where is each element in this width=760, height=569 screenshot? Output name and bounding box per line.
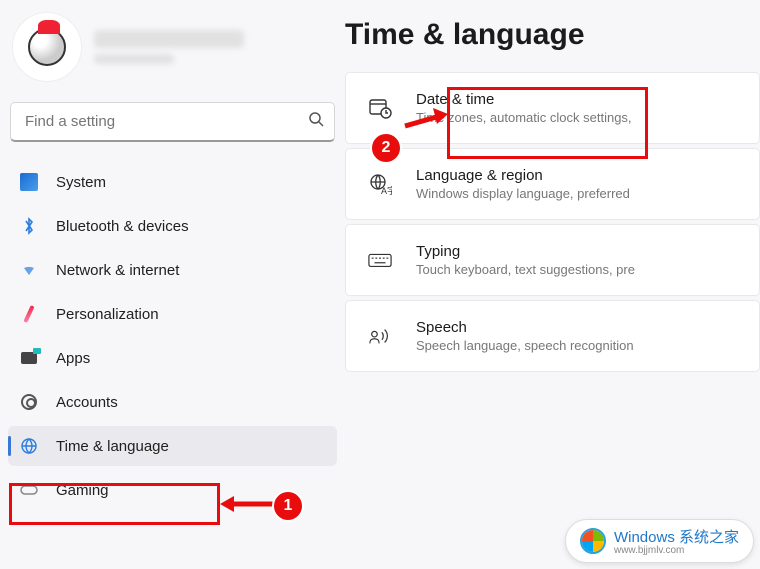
nav-list: System Bluetooth & devices Network & int… — [8, 162, 337, 510]
sidebar-item-label: Personalization — [56, 306, 159, 323]
page-title: Time & language — [345, 10, 760, 72]
globe-language-icon: A字 — [368, 173, 392, 195]
settings-card-list: Date & time Time zones, automatic clock … — [345, 72, 760, 372]
calendar-clock-icon — [368, 97, 392, 119]
system-icon — [20, 173, 38, 191]
card-subtitle: Windows display language, preferred — [416, 186, 630, 201]
sidebar-item-label: Network & internet — [56, 262, 179, 279]
person-icon — [20, 393, 38, 411]
card-speech[interactable]: Speech Speech language, speech recogniti… — [345, 300, 760, 372]
sidebar-item-label: Accounts — [56, 394, 118, 411]
sidebar-item-label: Time & language — [56, 438, 169, 455]
search-icon — [308, 111, 324, 132]
sidebar-item-label: Apps — [56, 350, 90, 367]
wifi-icon — [20, 261, 38, 279]
card-title: Speech — [416, 319, 634, 336]
card-title: Typing — [416, 243, 635, 260]
windows-logo-icon — [580, 528, 606, 554]
card-title: Language & region — [416, 167, 630, 184]
card-subtitle: Touch keyboard, text suggestions, pre — [416, 262, 635, 277]
apps-icon — [20, 349, 38, 367]
svg-text:A字: A字 — [381, 185, 392, 195]
keyboard-icon — [368, 251, 392, 269]
sidebar-item-label: Gaming — [56, 482, 109, 499]
sidebar-item-gaming[interactable]: Gaming — [8, 470, 337, 510]
user-info-redacted — [94, 30, 244, 64]
speech-icon — [368, 326, 392, 346]
main-content: Time & language Date & time Time zones, … — [345, 0, 760, 518]
search-input[interactable] — [25, 113, 308, 130]
card-date-time[interactable]: Date & time Time zones, automatic clock … — [345, 72, 760, 144]
sidebar-item-label: Bluetooth & devices — [56, 218, 189, 235]
avatar[interactable] — [12, 12, 82, 82]
gamepad-icon — [20, 481, 38, 499]
card-language-region[interactable]: A字 Language & region Windows display lan… — [345, 148, 760, 220]
card-typing[interactable]: Typing Touch keyboard, text suggestions,… — [345, 224, 760, 296]
sidebar-item-apps[interactable]: Apps — [8, 338, 337, 378]
watermark: Windows 系统之家 www.bjjmlv.com — [565, 519, 754, 563]
sidebar-item-bluetooth[interactable]: Bluetooth & devices — [8, 206, 337, 246]
sidebar-item-time-language[interactable]: Time & language — [8, 426, 337, 466]
sidebar-item-network[interactable]: Network & internet — [8, 250, 337, 290]
card-subtitle: Speech language, speech recognition — [416, 338, 634, 353]
search-box[interactable] — [10, 102, 335, 142]
globe-clock-icon — [20, 437, 38, 455]
card-subtitle: Time zones, automatic clock settings, — [416, 110, 632, 125]
sidebar-item-personalization[interactable]: Personalization — [8, 294, 337, 334]
card-title: Date & time — [416, 91, 632, 108]
profile-header[interactable] — [8, 8, 337, 94]
sidebar-item-label: System — [56, 174, 106, 191]
sidebar: System Bluetooth & devices Network & int… — [0, 0, 345, 518]
sidebar-item-system[interactable]: System — [8, 162, 337, 202]
brush-icon — [20, 305, 38, 323]
sidebar-item-accounts[interactable]: Accounts — [8, 382, 337, 422]
bluetooth-icon — [20, 217, 38, 235]
watermark-brand: Windows 系统之家 — [614, 526, 739, 547]
